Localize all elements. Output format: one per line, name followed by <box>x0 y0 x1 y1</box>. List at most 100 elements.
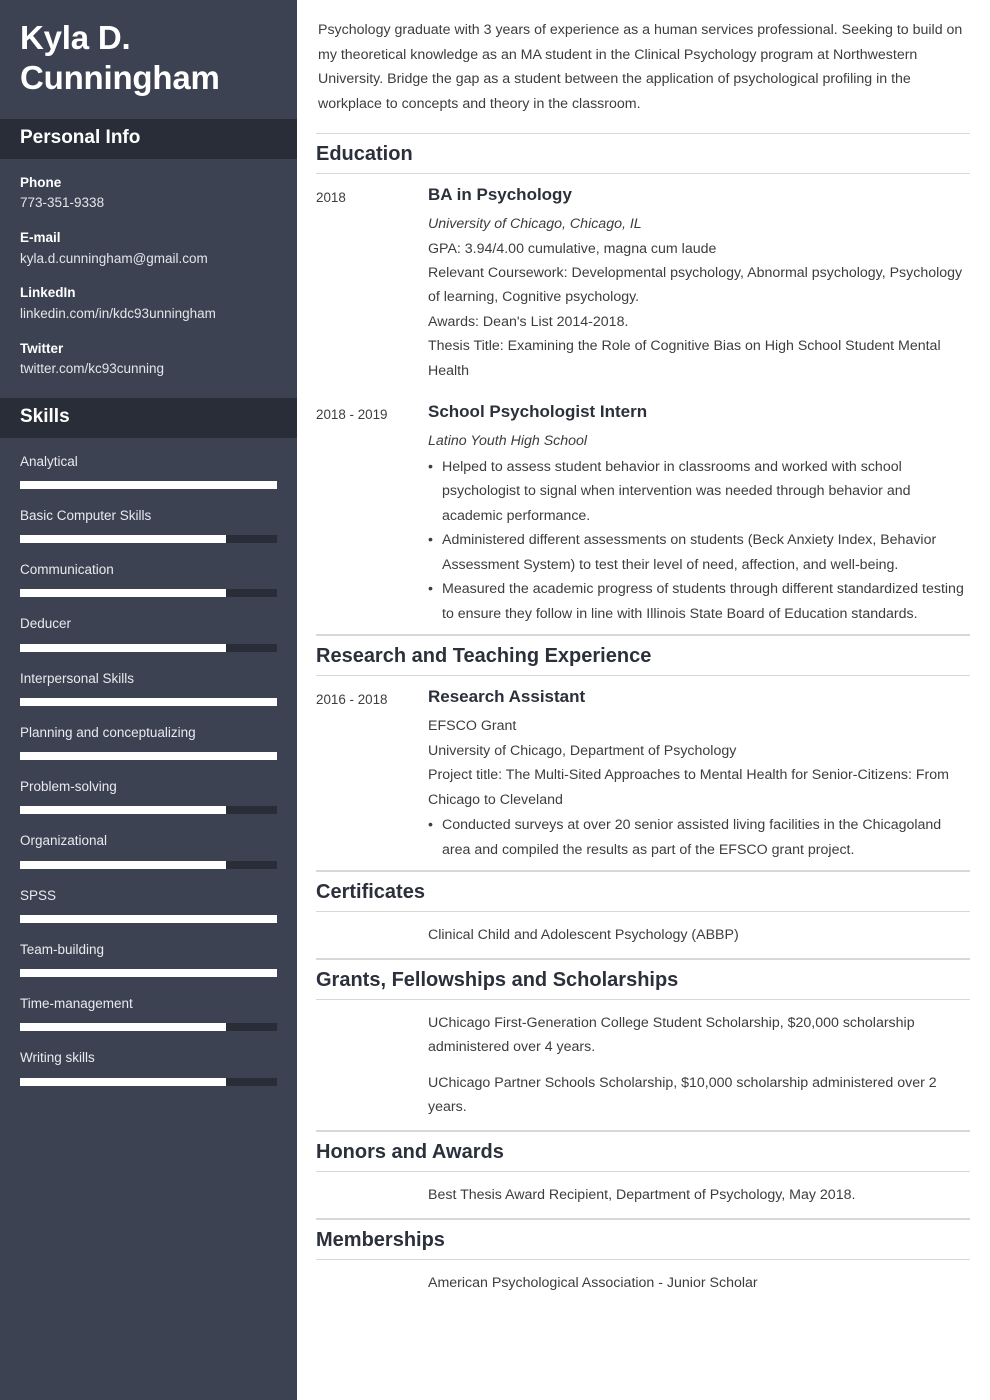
entry-date: 2018 - 2019 <box>316 407 388 423</box>
skill-bar-fill <box>20 969 277 978</box>
contact-item-email: E-mail kyla.d.cunningham@gmail.com <box>20 228 277 269</box>
sidebar: Kyla D. Cunningham Personal Info Phone 7… <box>0 0 297 1400</box>
skill-bar-track <box>20 589 277 598</box>
skill-bar-track <box>20 1023 277 1032</box>
candidate-name-line-2: Cunningham <box>20 58 220 96</box>
entry-bullet: Helped to assess student behavior in cla… <box>428 455 970 529</box>
skill-item: Team-building <box>20 940 277 978</box>
skill-item: Communication <box>20 560 277 598</box>
section-certificates: Certificates Clinical Child and Adolesce… <box>316 871 970 959</box>
skill-label: Deducer <box>20 616 72 632</box>
contact-item-phone: Phone 773-351-9338 <box>20 173 277 214</box>
contact-label-twitter: Twitter <box>20 340 64 356</box>
skill-item: SPSS <box>20 886 277 923</box>
skills-heading-band: Skills <box>0 397 297 438</box>
section-header-certificates: Certificates <box>316 871 970 913</box>
skill-item: Deducer <box>20 614 277 652</box>
section-education: Education 2018 BA in Psychology Universi… <box>316 133 970 636</box>
professional-summary: Psychology graduate with 3 years of expe… <box>318 22 963 112</box>
section-header-research: Research and Teaching Experience <box>316 635 970 677</box>
contact-value-twitter[interactable]: twitter.com/kc93cunning <box>20 359 277 380</box>
contact-item-linkedin: LinkedIn linkedin.com/in/kdc93unningham <box>20 283 277 324</box>
skill-label: Writing skills <box>20 1050 95 1066</box>
skill-bar-track <box>20 752 277 761</box>
contact-value-phone[interactable]: 773-351-9338 <box>20 193 277 214</box>
section-header-memberships: Memberships <box>316 1218 970 1260</box>
section-title-research: Research and Teaching Experience <box>316 645 652 668</box>
skill-bar-track <box>20 806 277 815</box>
personal-info-heading: Personal Info <box>20 127 141 149</box>
skill-item: Basic Computer Skills <box>20 506 277 544</box>
skill-bar-fill <box>20 806 226 815</box>
skill-bar-track <box>20 1077 277 1086</box>
honors-entry: Best Thesis Award Recipient, Department … <box>316 1172 970 1219</box>
skill-bar-track <box>20 535 277 544</box>
skill-bar-fill <box>20 535 226 544</box>
skill-bar-fill <box>20 860 226 869</box>
entry-date: 2018 <box>316 190 346 206</box>
skill-item: Planning and conceptualizing <box>20 723 277 761</box>
contact-item-twitter: Twitter twitter.com/kc93cunning <box>20 339 277 380</box>
skill-bar-track <box>20 697 277 706</box>
entry-date: 2016 - 2018 <box>316 692 388 708</box>
entry-detail-line: Thesis Title: Examining the Role of Cogn… <box>428 338 941 379</box>
section-header-grants: Grants, Fellowships and Scholarships <box>316 958 970 1000</box>
skill-label: Analytical <box>20 453 78 469</box>
section-header-education: Education <box>316 133 970 175</box>
personal-info-list: Phone 773-351-9338 E-mail kyla.d.cunning… <box>0 159 297 398</box>
entry-detail-line: University of Chicago, Department of Psy… <box>428 742 737 759</box>
skill-bar-track <box>20 914 277 923</box>
education-entry: 2018 BA in Psychology University of Chic… <box>316 174 970 391</box>
entry-bullet: Conducted surveys at over 20 senior assi… <box>428 813 970 862</box>
certificate-item: Clinical Child and Adolescent Psychology… <box>428 927 739 944</box>
entry-body: School Psychologist Intern Latino Youth … <box>428 401 970 626</box>
skills-heading: Skills <box>20 405 70 427</box>
section-memberships: Memberships American Psychological Assoc… <box>316 1218 970 1306</box>
entry-body: Research Assistant EFSCO Grant Universit… <box>428 686 970 862</box>
grant-item: UChicago First-Generation College Studen… <box>428 1014 915 1056</box>
section-title-education: Education <box>316 143 413 166</box>
entry-bullet: Measured the academic progress of studen… <box>428 577 970 626</box>
entry-title: BA in Psychology <box>428 185 572 205</box>
skills-list: Analytical Basic Computer Skills Communi… <box>0 438 297 1113</box>
skill-label: Interpersonal Skills <box>20 670 135 686</box>
skill-bar-fill <box>20 752 277 761</box>
candidate-name: Kyla D. Cunningham <box>0 0 297 119</box>
skill-bar-track <box>20 480 277 489</box>
entry-detail-line: Relevant Coursework: Developmental psych… <box>428 265 963 306</box>
skill-bar-fill <box>20 589 226 598</box>
skill-bar-fill <box>20 480 277 489</box>
skill-label: Problem-solving <box>20 779 117 795</box>
section-grants: Grants, Fellowships and Scholarships UCh… <box>316 958 970 1131</box>
resume-page: Kyla D. Cunningham Personal Info Phone 7… <box>0 0 990 1400</box>
section-research: Research and Teaching Experience 2016 - … <box>316 635 970 872</box>
skill-label: Basic Computer Skills <box>20 507 152 523</box>
grants-entry: UChicago First-Generation College Studen… <box>316 1000 970 1131</box>
entry-title: Research Assistant <box>428 687 586 707</box>
section-title-certificates: Certificates <box>316 881 425 904</box>
entry-title: School Psychologist Intern <box>428 402 648 422</box>
contact-label-linkedin: LinkedIn <box>20 285 76 301</box>
personal-info-heading-band: Personal Info <box>0 119 297 160</box>
skill-bar-track <box>20 969 277 978</box>
entry-subtitle: University of Chicago, Chicago, IL <box>428 216 642 233</box>
skill-label: Time-management <box>20 996 133 1012</box>
education-entry: 2018 - 2019 School Psychologist Intern L… <box>316 391 970 636</box>
contact-value-email[interactable]: kyla.d.cunningham@gmail.com <box>20 249 277 270</box>
candidate-name-line-1: Kyla D. <box>20 19 131 56</box>
entry-bullet-list: Conducted surveys at over 20 senior assi… <box>428 813 970 862</box>
skill-bar-fill <box>20 914 277 923</box>
memberships-entry: American Psychological Association - Jun… <box>316 1260 970 1306</box>
section-title-memberships: Memberships <box>316 1228 445 1251</box>
entry-body: Best Thesis Award Recipient, Department … <box>428 1183 970 1208</box>
section-title-grants: Grants, Fellowships and Scholarships <box>316 968 679 991</box>
entry-bullet-list: Helped to assess student behavior in cla… <box>428 455 970 627</box>
contact-value-linkedin[interactable]: linkedin.com/in/kdc93unningham <box>20 304 277 325</box>
skill-item: Analytical <box>20 452 277 489</box>
skill-item: Writing skills <box>20 1048 277 1086</box>
skill-item: Problem-solving <box>20 777 277 815</box>
skill-item: Interpersonal Skills <box>20 669 277 706</box>
skill-bar-fill <box>20 1023 226 1032</box>
skill-label: SPSS <box>20 887 57 903</box>
section-title-honors: Honors and Awards <box>316 1141 504 1163</box>
